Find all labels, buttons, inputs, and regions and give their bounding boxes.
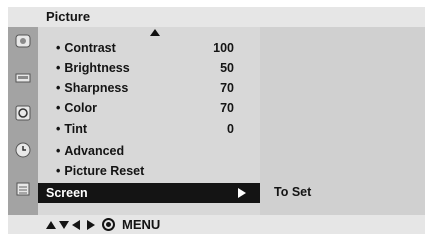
menu-item-tint[interactable]: • Tint 0 bbox=[38, 119, 260, 139]
submenu-panel: To Set bbox=[260, 27, 425, 215]
item-label: Advanced bbox=[64, 144, 125, 158]
timer-menu-icon[interactable] bbox=[13, 103, 33, 123]
picture-menu-icon[interactable] bbox=[13, 31, 33, 51]
menu-hint-label: MENU bbox=[122, 217, 161, 232]
bullet: • bbox=[56, 144, 61, 158]
item-label: Color bbox=[64, 101, 98, 115]
item-value: 100 bbox=[213, 41, 234, 55]
bullet: • bbox=[56, 81, 61, 95]
left-arrow-icon bbox=[72, 219, 80, 230]
item-label: Contrast bbox=[64, 41, 116, 55]
item-value: 70 bbox=[220, 101, 234, 115]
item-value: 70 bbox=[220, 81, 234, 95]
menu-item-color[interactable]: • Color 70 bbox=[38, 98, 260, 118]
down-arrow-icon bbox=[59, 220, 69, 229]
item-label: Tint bbox=[64, 122, 88, 136]
bullet: • bbox=[56, 61, 61, 75]
title-bar: Picture bbox=[8, 7, 425, 27]
picture-menu-list: • Contrast 100 • Brightness 50 • Sharpness … bbox=[38, 27, 260, 215]
item-label: Sharpness bbox=[64, 81, 129, 95]
item-label: Picture Reset bbox=[64, 164, 145, 178]
tv-osd-window: Picture • Contrast 100 • Brightness 50 • Sh bbox=[8, 7, 425, 234]
category-icon-bar bbox=[8, 27, 38, 215]
scroll-up-arrow-icon[interactable] bbox=[150, 29, 160, 36]
menu-item-sharpness[interactable]: • Sharpness 70 bbox=[38, 78, 260, 98]
menu-item-brightness[interactable]: • Brightness 50 bbox=[38, 58, 260, 78]
audio-menu-icon[interactable] bbox=[13, 67, 33, 87]
nav-hints: MENU bbox=[46, 217, 160, 232]
menu-item-screen-selected[interactable]: Screen bbox=[38, 183, 260, 203]
clock-menu-icon[interactable] bbox=[13, 140, 33, 160]
item-value: 50 bbox=[220, 61, 234, 75]
item-value: 0 bbox=[227, 122, 234, 136]
menu-title: Picture bbox=[46, 9, 91, 24]
bullet: • bbox=[56, 164, 61, 178]
menu-item-advanced[interactable]: • Advanced bbox=[38, 141, 260, 161]
enter-arrow-icon bbox=[238, 188, 246, 198]
item-label: Brightness bbox=[64, 61, 130, 75]
bullet: • bbox=[56, 101, 61, 115]
menu-item-picture-reset[interactable]: • Picture Reset bbox=[38, 161, 260, 181]
right-arrow-icon bbox=[87, 219, 95, 230]
item-label: Screen bbox=[46, 186, 88, 200]
menu-item-contrast[interactable]: • Contrast 100 bbox=[38, 38, 260, 58]
up-arrow-icon bbox=[46, 220, 56, 229]
navigation-help-bar: MENU bbox=[8, 215, 425, 234]
bullet: • bbox=[56, 41, 61, 55]
setup-menu-icon[interactable] bbox=[13, 179, 33, 199]
bullet: • bbox=[56, 122, 61, 136]
ok-button-icon bbox=[102, 218, 115, 231]
to-set-hint: To Set bbox=[274, 185, 312, 199]
